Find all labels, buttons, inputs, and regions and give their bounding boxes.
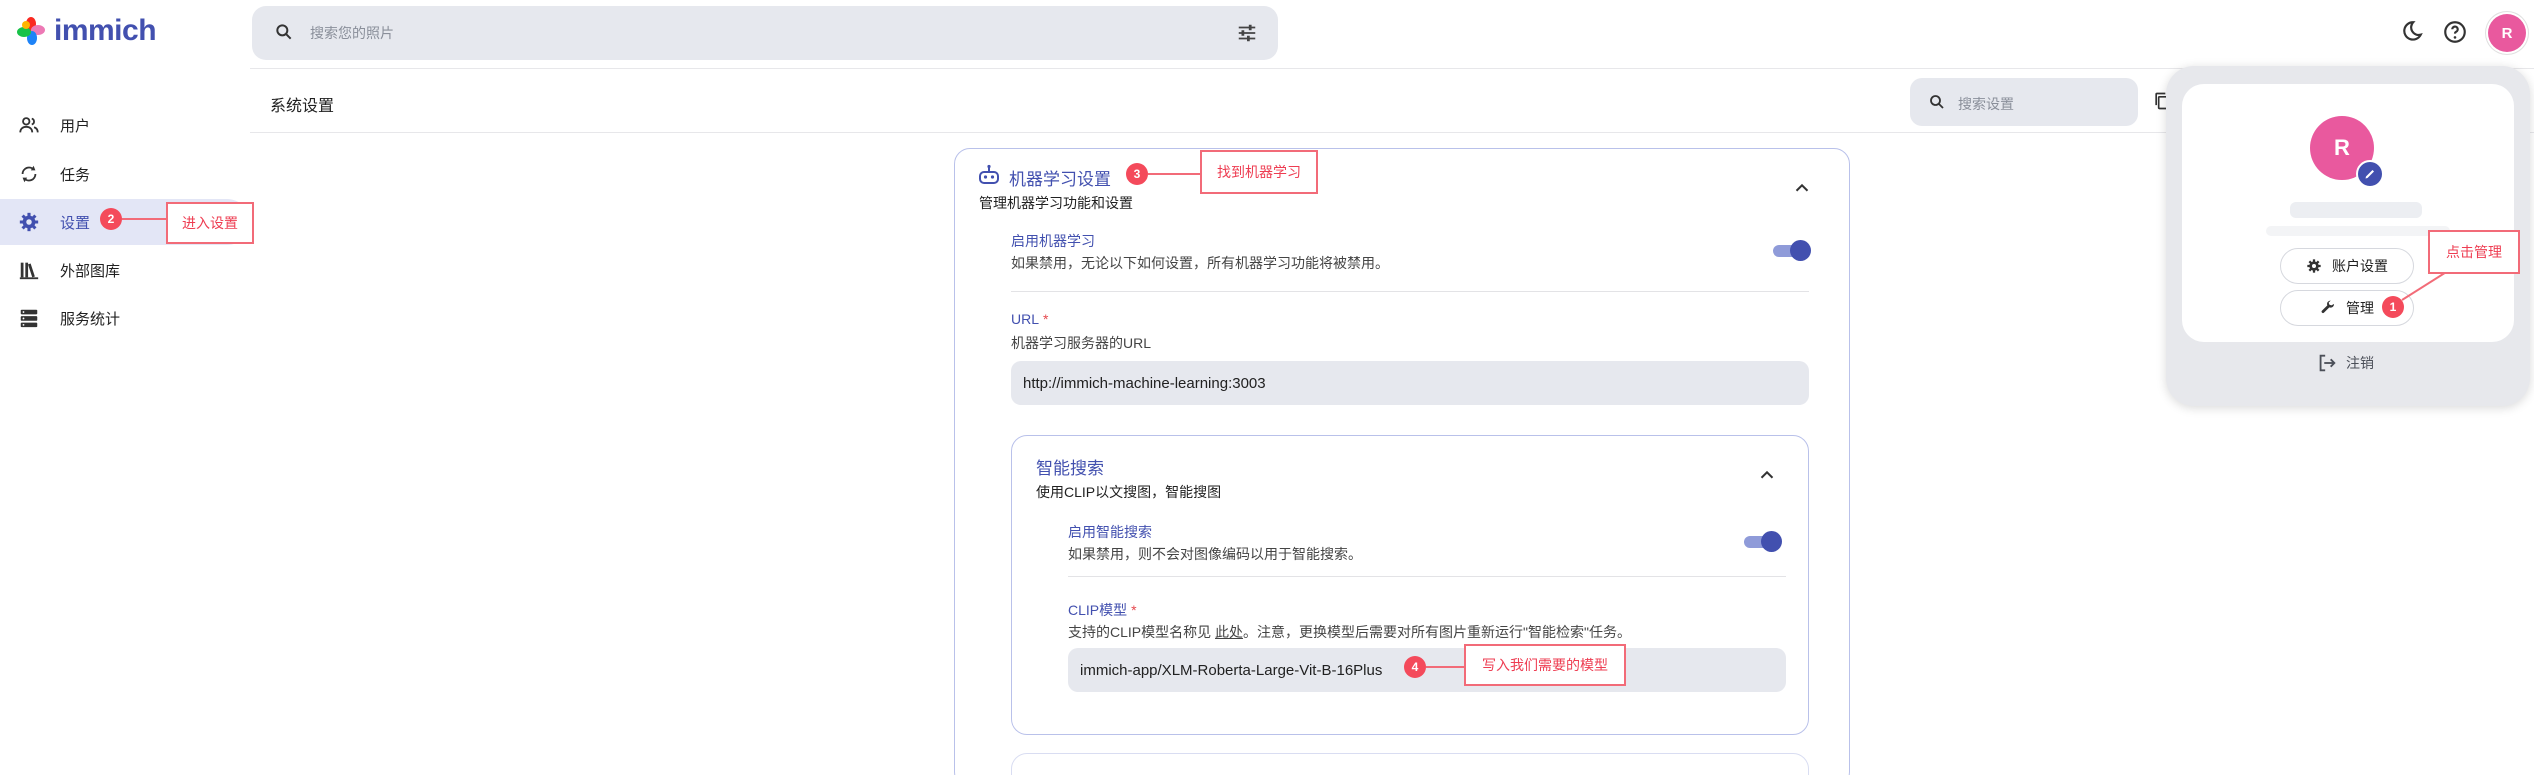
clip-model-description: 支持的CLIP模型名称见 此处。注意，更换模型后需要对所有图片重新运行"智能检索… — [1068, 624, 1631, 640]
dark-mode-icon[interactable] — [2398, 19, 2424, 45]
clip-models-link[interactable]: 此处 — [1215, 624, 1243, 640]
ml-settings-card: 机器学习设置 管理机器学习功能和设置 启用机器学习 如果禁用，无论以下如何设置，… — [954, 148, 1850, 775]
enable-ml-description: 如果禁用，无论以下如何设置，所有机器学习功能将被禁用。 — [1011, 255, 1389, 271]
sidebar-item-label: 用户 — [60, 117, 91, 135]
smart-search-title[interactable]: 智能搜索 — [1036, 454, 1104, 479]
annotation-badge-2: 2 — [100, 208, 122, 230]
app-name: immich — [54, 14, 157, 47]
sidebar-item-server-stats[interactable]: 服务统计 — [0, 295, 250, 341]
search-icon — [1930, 95, 1944, 109]
clip-model-input[interactable]: immich-app/XLM-Roberta-Large-Vit-B-16Plu… — [1068, 648, 1786, 692]
annotation-label-2: 进入设置 — [166, 202, 254, 244]
enable-ml-toggle[interactable] — [1773, 239, 1811, 261]
search-icon[interactable] — [274, 22, 294, 42]
sidebar-item-label: 服务统计 — [60, 310, 121, 328]
annotation-connector — [122, 218, 166, 220]
chevron-up-icon[interactable] — [1791, 177, 1813, 199]
logout-label: 注销 — [2346, 355, 2374, 371]
url-description: 机器学习服务器的URL — [1011, 335, 1152, 351]
user-avatar-button[interactable]: R — [2488, 14, 2526, 52]
annotation-label-3: 找到机器学习 — [1200, 150, 1318, 194]
enable-smart-search-label: 启用智能搜索 — [1068, 524, 1152, 540]
ml-settings-subtitle: 管理机器学习功能和设置 — [979, 195, 1133, 211]
url-label: URL * — [1011, 311, 1049, 327]
search-placeholder[interactable]: 搜索您的照片 — [310, 23, 394, 43]
logout-icon — [2319, 354, 2336, 372]
email-redacted — [2266, 226, 2450, 236]
account-settings-label: 账户设置 — [2332, 258, 2388, 274]
settings-search-placeholder[interactable]: 搜索设置 — [1958, 94, 2014, 114]
immich-logo-icon — [17, 17, 45, 45]
annotation-badge-3: 3 — [1126, 163, 1148, 185]
sidebar-item-external-library[interactable]: 外部图库 — [0, 247, 250, 293]
search-filter-icon[interactable] — [1236, 22, 1258, 44]
next-section-card — [1011, 753, 1809, 775]
sidebar-item-label: 任务 — [60, 166, 91, 184]
chevron-up-icon[interactable] — [1756, 464, 1778, 486]
library-icon — [19, 262, 39, 280]
sync-icon — [21, 165, 37, 183]
clip-model-label: CLIP模型 * — [1068, 602, 1137, 618]
enable-smart-search-toggle[interactable] — [1744, 530, 1782, 552]
help-icon[interactable] — [2442, 19, 2468, 45]
edit-avatar-button[interactable] — [2356, 160, 2384, 188]
sidebar-item-label: 设置 — [60, 214, 91, 232]
account-info-panel: R 账户设置 管理 — [2182, 84, 2514, 342]
logout-button[interactable]: 注销 — [2316, 352, 2374, 374]
divider — [1068, 576, 1786, 577]
users-icon — [19, 117, 39, 133]
username-redacted — [2290, 202, 2422, 218]
app-logo[interactable]: immich — [16, 14, 157, 48]
gear-icon — [19, 212, 39, 232]
page-title: 系统设置 — [270, 98, 335, 115]
admin-label: 管理 — [2346, 300, 2374, 316]
settings-search-input[interactable]: 搜索设置 — [1910, 78, 2138, 126]
annotation-label-4: 写入我们需要的模型 — [1464, 644, 1626, 686]
gear-icon — [2307, 259, 2321, 273]
annotation-connector — [1426, 666, 1464, 668]
divider — [1011, 291, 1809, 292]
account-settings-button[interactable]: 账户设置 — [2280, 248, 2414, 284]
enable-smart-search-description: 如果禁用，则不会对图像编码以用于智能搜索。 — [1068, 546, 1362, 562]
sidebar-item-users[interactable]: 用户 — [0, 102, 250, 148]
server-icon — [20, 309, 38, 328]
ml-settings-title[interactable]: 机器学习设置 — [1009, 165, 1111, 190]
smart-search-card: 智能搜索 使用CLIP以文搜图，智能搜图 启用智能搜索 如果禁用，则不会对图像编… — [1011, 435, 1809, 735]
robot-icon — [979, 164, 999, 184]
annotation-badge-4: 4 — [1404, 656, 1426, 678]
sidebar-item-label: 外部图库 — [60, 262, 121, 280]
photo-search-bar[interactable]: 搜索您的照片 — [252, 6, 1278, 60]
pencil-icon — [2365, 170, 2374, 179]
annotation-label-1: 点击管理 — [2428, 230, 2520, 274]
wrench-icon — [2321, 300, 2335, 314]
annotation-connector — [1148, 173, 1200, 175]
enable-ml-label: 启用机器学习 — [1011, 233, 1095, 249]
sidebar-item-jobs[interactable]: 任务 — [0, 151, 250, 197]
smart-search-subtitle: 使用CLIP以文搜图，智能搜图 — [1036, 484, 1222, 500]
url-input[interactable]: http://immich-machine-learning:3003 — [1011, 361, 1809, 405]
